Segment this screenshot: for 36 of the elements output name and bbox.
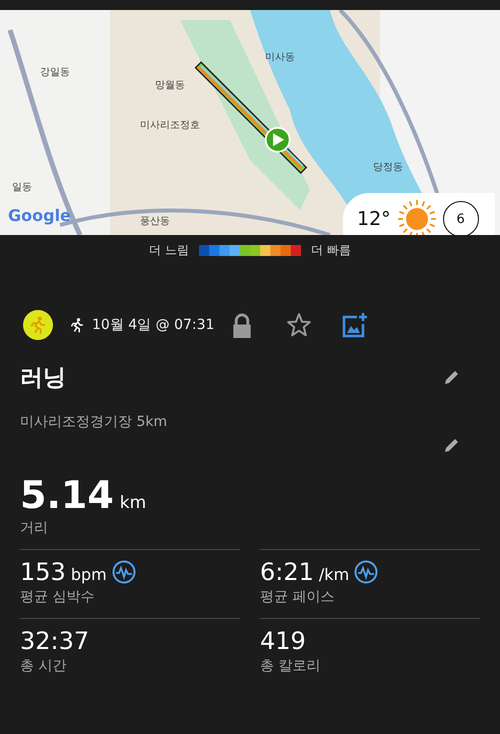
stat-label: 평균 페이스: [260, 589, 334, 605]
activity-title: 러닝: [20, 364, 66, 392]
google-logo: Google: [8, 206, 71, 225]
runner-icon: [68, 316, 86, 334]
map-place-label: 당정동: [373, 161, 403, 174]
temperature-text: 12°: [357, 208, 391, 230]
lock-icon[interactable]: [232, 312, 252, 338]
chart-icon[interactable]: [112, 560, 136, 584]
distance-value: 5.14: [20, 473, 114, 517]
stat-value: 419: [260, 627, 306, 655]
stat-label: 총 칼로리: [260, 658, 320, 674]
stat-value: 32:37: [20, 627, 90, 655]
legend-label: 더 느림: [149, 242, 189, 258]
add-photo-icon[interactable]: [342, 312, 368, 338]
activity-type-icon: [23, 310, 53, 340]
map-place-label: 강일동: [40, 66, 70, 79]
stat-label: 총 시간: [20, 658, 66, 674]
activity-date: 10월 4일 @ 07:31: [92, 316, 214, 334]
stat-label: 평균 심박수: [20, 589, 94, 605]
activity-description: 미사리조정경기장 5km: [20, 413, 168, 431]
distance-unit: km: [120, 493, 146, 513]
legend-label: 더 빠름: [311, 242, 351, 258]
stat-value: 153: [20, 558, 66, 586]
stat-value: 6:21: [260, 558, 314, 586]
stat-label: 거리: [20, 520, 48, 536]
map-place-label: 미사리조정호: [140, 119, 200, 132]
map-place-label: 망월동: [155, 79, 185, 92]
map-place-label: 풍산동: [140, 215, 170, 228]
sun-icon: [396, 199, 437, 235]
chart-icon[interactable]: [354, 560, 378, 584]
map-place-label: 일동: [12, 181, 32, 194]
map-place-label: 미사동: [265, 51, 295, 64]
star-icon[interactable]: [286, 312, 312, 338]
stat-unit: bpm: [70, 565, 107, 584]
stat-unit: /km: [318, 565, 350, 584]
wind-indicator: 6: [442, 201, 479, 235]
